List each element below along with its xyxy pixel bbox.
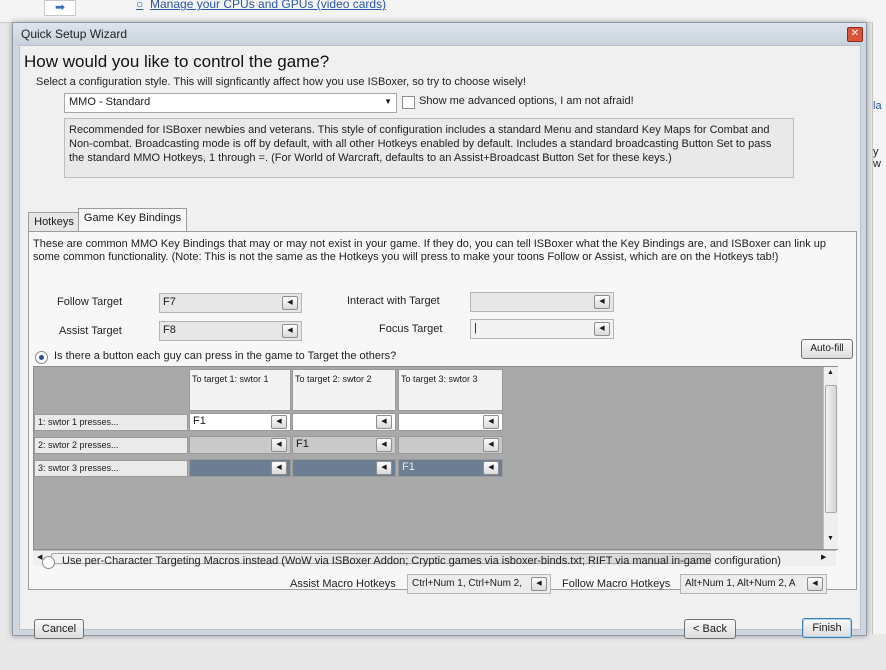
grid-column-header-2: To target 2: swtor 2 [292, 369, 396, 411]
grid-cell-r2-c1-button[interactable]: ◀ [271, 438, 287, 452]
follow-macro-field[interactable]: Alt+Num 1, Alt+Num 2, A ◀ [680, 574, 827, 594]
focus-target-label: Focus Target [379, 323, 443, 335]
focus-target-field[interactable]: | ◀ [470, 319, 614, 339]
interact-target-clear-button[interactable]: ◀ [594, 295, 610, 309]
grid-column-header-1: To target 1: swtor 1 [189, 369, 291, 411]
grid-row-header-2: 2: swtor 2 presses... [34, 437, 188, 454]
target-button-radio-label: Is there a button each guy can press in … [54, 350, 397, 362]
assist-macro-field[interactable]: Ctrl+Num 1, Ctrl+Num 2, ◀ [407, 574, 551, 594]
grid-cell-r2-c3[interactable]: ◀ [398, 436, 503, 454]
grid-column-header-1-label: To target 1: swtor 1 [192, 374, 269, 384]
grid-cell-r3-c1-button[interactable]: ◀ [271, 461, 287, 475]
assist-macro-button[interactable]: ◀ [531, 577, 547, 591]
config-prompt: Select a configuration style. This will … [36, 76, 526, 88]
arrow-right-icon: ➡ [44, 0, 76, 16]
assist-target-field[interactable]: F8 ◀ [159, 321, 302, 341]
grid-cell-r2-c3-button[interactable]: ◀ [483, 438, 499, 452]
window-title: Quick Setup Wizard [21, 27, 128, 41]
grid-column-header-3-label: To target 3: swtor 3 [401, 374, 478, 384]
grid-cell-r1-c1-value: F1 [193, 415, 206, 427]
follow-target-clear-button[interactable]: ◀ [282, 296, 298, 310]
grid-cell-r2-c1[interactable]: ◀ [189, 436, 291, 454]
grid-cell-r3-c2[interactable]: ◀ [292, 459, 396, 477]
tab-game-key-bindings-label: Game Key Bindings [83, 212, 182, 224]
config-description-box: Recommended for ISBoxer newbies and vete… [64, 118, 794, 178]
follow-macro-button[interactable]: ◀ [807, 577, 823, 591]
close-icon: ✕ [850, 28, 860, 39]
interact-target-label: Interact with Target [347, 295, 440, 307]
tab-panel-game-key-bindings: These are common MMO Key Bindings that m… [28, 231, 857, 590]
background-header [0, 0, 886, 23]
scroll-down-icon[interactable]: ▼ [827, 535, 834, 542]
grid-cell-r2-c2[interactable]: F1 ◀ [292, 436, 396, 454]
focus-target-value: | [474, 322, 477, 334]
grid-column-header-3: To target 3: swtor 3 [398, 369, 503, 411]
key-bindings-info: These are common MMO Key Bindings that m… [33, 238, 826, 263]
config-style-value: MMO - Standard [69, 96, 151, 108]
grid-cell-r1-c3[interactable]: ◀ [398, 413, 503, 431]
follow-macro-value: Alt+Num 1, Alt+Num 2, A [685, 578, 796, 589]
grid-cell-r3-c2-button[interactable]: ◀ [376, 461, 392, 475]
follow-target-label: Follow Target [57, 296, 123, 308]
title-bar: Quick Setup Wizard ✕ [13, 23, 866, 45]
grid-row-header-1-label: 1: swtor 1 presses... [38, 417, 119, 427]
targeting-grid: To target 1: swtor 1 To target 2: swtor … [33, 366, 838, 550]
grid-vertical-scroll-thumb[interactable] [825, 385, 837, 513]
grid-cell-r2-c2-value: F1 [296, 438, 309, 450]
assist-target-clear-button[interactable]: ◀ [282, 324, 298, 338]
assist-macro-value: Ctrl+Num 1, Ctrl+Num 2, [412, 578, 523, 589]
scroll-up-icon[interactable]: ▲ [827, 369, 834, 376]
grid-cell-r1-c2-button[interactable]: ◀ [376, 415, 392, 429]
close-button[interactable]: ✕ [847, 27, 863, 42]
config-style-select[interactable]: MMO - Standard ▼ [64, 93, 397, 113]
interact-target-field[interactable]: ◀ [470, 292, 614, 312]
follow-macro-label: Follow Macro Hotkeys [562, 578, 671, 590]
wizard-client-area: How would you like to control the game? … [19, 45, 861, 639]
tab-hotkeys-label: Hotkeys [34, 216, 74, 228]
advanced-options-checkbox[interactable] [402, 96, 415, 109]
grid-vertical-scrollbar[interactable]: ▲ ▼ [823, 367, 838, 549]
finish-button[interactable]: Finish [802, 618, 852, 638]
tab-hotkeys[interactable]: Hotkeys [28, 212, 80, 233]
dropdown-arrow-icon: ▼ [384, 97, 392, 106]
follow-target-field[interactable]: F7 ◀ [159, 293, 302, 313]
assist-macro-label: Assist Macro Hotkeys [290, 578, 396, 590]
page-heading: How would you like to control the game? [24, 52, 330, 71]
tab-game-key-bindings[interactable]: Game Key Bindings [78, 208, 187, 232]
grid-column-header-2-label: To target 2: swtor 2 [295, 374, 372, 384]
grid-cell-r1-c1[interactable]: F1 ◀ [189, 413, 291, 431]
background-right-text-2: y w [873, 146, 881, 170]
targeting-macros-radio[interactable] [42, 556, 55, 569]
grid-row-header-3: 3: swtor 3 presses... [34, 460, 188, 477]
grid-cell-r3-c3[interactable]: F1 ◀ [398, 459, 503, 477]
scroll-right-icon[interactable]: ▶ [821, 553, 826, 561]
grid-row-header-3-label: 3: swtor 3 presses... [38, 463, 119, 473]
background-bullet: ○ [136, 0, 144, 11]
background-link-manage-cpus[interactable]: Manage your CPUs and GPUs (video cards) [150, 0, 386, 11]
grid-cell-r2-c2-button[interactable]: ◀ [376, 438, 392, 452]
grid-cell-r3-c1[interactable]: ◀ [189, 459, 291, 477]
grid-cell-r1-c2[interactable]: ◀ [292, 413, 396, 431]
cancel-button[interactable]: Cancel [34, 619, 84, 639]
follow-target-value: F7 [163, 296, 176, 308]
grid-row-header-2-label: 2: swtor 2 presses... [38, 440, 119, 450]
radio-selected-dot [39, 355, 44, 360]
grid-cell-r3-c3-value: F1 [402, 461, 415, 473]
focus-target-clear-button[interactable]: ◀ [594, 322, 610, 336]
grid-row-header-1: 1: swtor 1 presses... [34, 414, 188, 431]
quick-setup-wizard-window: Quick Setup Wizard ✕ How would you like … [12, 22, 867, 639]
grid-cell-r1-c3-button[interactable]: ◀ [483, 415, 499, 429]
target-button-radio[interactable] [35, 351, 48, 364]
assist-target-label: Assist Target [59, 325, 122, 337]
assist-target-value: F8 [163, 324, 176, 336]
advanced-options-label: Show me advanced options, I am not afrai… [419, 95, 634, 107]
grid-cell-r3-c3-button[interactable]: ◀ [483, 461, 499, 475]
background-right-text: la [873, 100, 882, 112]
background-right-panel [872, 22, 886, 634]
grid-cell-r1-c1-button[interactable]: ◀ [271, 415, 287, 429]
auto-fill-button[interactable]: Auto-fill [801, 339, 853, 359]
back-button[interactable]: < Back [684, 619, 736, 639]
targeting-macros-radio-label: Use per-Character Targeting Macros inste… [62, 555, 781, 567]
config-description: Recommended for ISBoxer newbies and vete… [69, 124, 772, 164]
